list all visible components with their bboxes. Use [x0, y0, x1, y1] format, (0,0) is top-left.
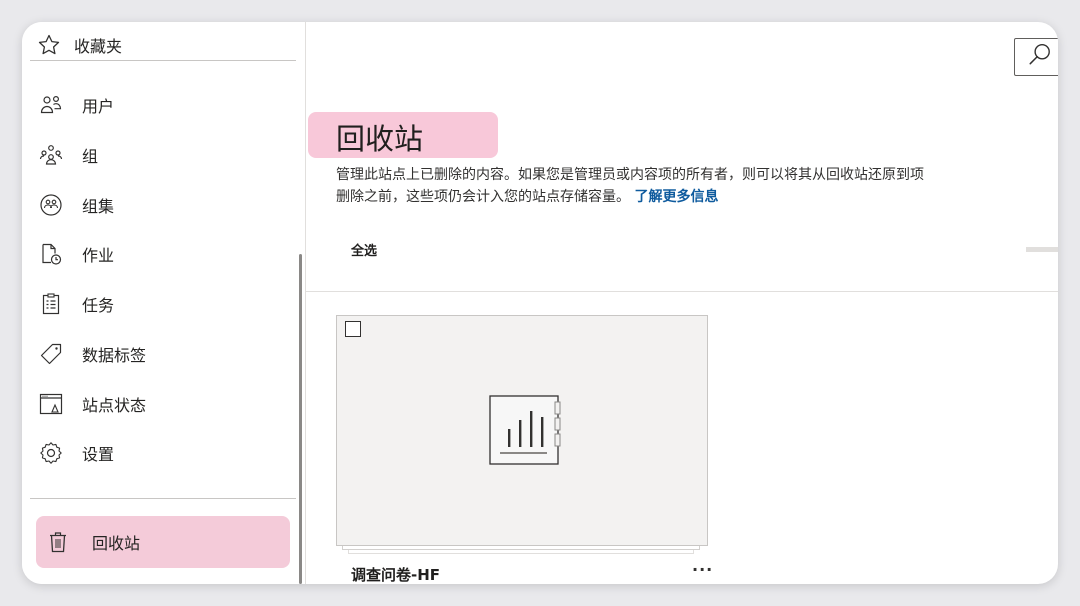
trash-icon [46, 530, 70, 554]
main-content: 回收站 管理此站点上已删除的内容。如果您是管理员或内容项的所有者，则可以将其从回… [306, 22, 1058, 584]
users-icon [38, 92, 64, 118]
sidebar: 收藏夹 用户 组 组集 作业 任务 数据标签 站点状态 设置 回收站 [22, 22, 306, 584]
divider [30, 498, 296, 499]
learn-more-link[interactable]: 了解更多信息 [634, 189, 718, 205]
description-line-2: 删除之前，这些项仍会计入您的站点存储容量。 了解更多信息 [336, 186, 1058, 208]
item-title[interactable]: 调查问卷-HF [351, 564, 440, 584]
sidebar-item-users[interactable]: 用户 [38, 87, 298, 123]
sidebar-item-label: 用户 [82, 97, 115, 116]
sidebar-item-jobs[interactable]: 作业 [38, 236, 298, 272]
site-status-icon [38, 391, 64, 417]
sidebar-item-label: 组集 [82, 197, 115, 216]
item-card[interactable] [336, 315, 708, 546]
sidebar-item-label: 站点状态 [82, 396, 147, 415]
card-stack-edge [348, 550, 694, 554]
header-control [1026, 247, 1058, 252]
job-icon [38, 241, 64, 267]
group-icon [38, 142, 64, 168]
description-line-1: 管理此站点上已删除的内容。如果您是管理员或内容项的所有者，则可以将其从回收站还原… [336, 167, 924, 183]
search-icon [1027, 42, 1053, 72]
sidebar-item-label: 作业 [82, 246, 115, 265]
sidebar-scrollbar[interactable] [299, 254, 302, 584]
sidebar-item-label: 回收站 [92, 534, 141, 553]
sidebar-item-label: 收藏夹 [74, 37, 123, 56]
group-collection-icon [38, 192, 64, 218]
sidebar-item-label: 组 [82, 147, 99, 166]
app-window: 收藏夹 用户 组 组集 作业 任务 数据标签 站点状态 设置 回收站 回收站 管… [22, 22, 1058, 584]
divider [30, 60, 296, 61]
sidebar-item-recycle-bin[interactable]: 回收站 [36, 516, 290, 568]
sidebar-item-site-status[interactable]: 站点状态 [38, 386, 298, 422]
description-text: 删除之前，这些项仍会计入您的站点存储容量。 [336, 189, 630, 205]
sidebar-item-groups[interactable]: 组 [38, 137, 298, 173]
sidebar-item-label: 数据标签 [82, 346, 147, 365]
tag-icon [38, 341, 64, 367]
star-icon [36, 32, 62, 58]
task-icon [38, 291, 64, 317]
page-title: 回收站 [336, 122, 424, 156]
sidebar-item-data-labels[interactable]: 数据标签 [38, 336, 298, 372]
sidebar-item-settings[interactable]: 设置 [38, 435, 298, 471]
sidebar-item-group-sets[interactable]: 组集 [38, 187, 298, 223]
sidebar-item-favorites[interactable]: 收藏夹 [36, 28, 296, 62]
more-options-button[interactable]: ··· [692, 560, 713, 579]
search-button[interactable] [1014, 38, 1058, 76]
item-checkbox[interactable] [345, 321, 361, 337]
sidebar-item-tasks[interactable]: 任务 [38, 286, 298, 322]
survey-form-icon [489, 395, 561, 465]
page-description: 管理此站点上已删除的内容。如果您是管理员或内容项的所有者，则可以将其从回收站还原… [336, 164, 1058, 208]
sidebar-item-label: 任务 [82, 296, 115, 315]
sidebar-item-label: 设置 [82, 445, 115, 464]
divider [306, 291, 1058, 292]
select-all-button[interactable]: 全选 [351, 240, 377, 259]
gear-icon [38, 440, 64, 466]
